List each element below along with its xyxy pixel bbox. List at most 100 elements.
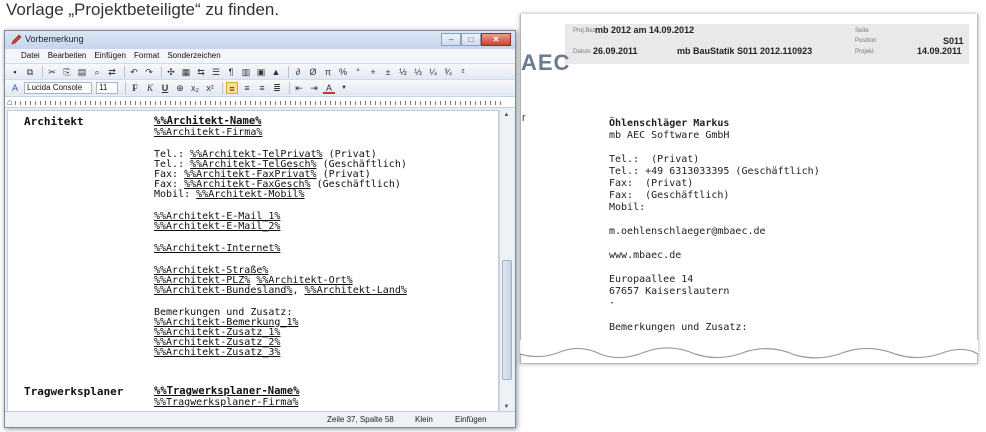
toolbar-separator (124, 65, 125, 78)
third-icon[interactable]: ⅓ (412, 66, 424, 78)
bold-button[interactable]: F (129, 82, 141, 94)
paste-icon[interactable]: ▤ (76, 66, 88, 78)
squared-icon[interactable]: ² (457, 66, 469, 78)
undo-icon[interactable]: ↶ (128, 66, 140, 78)
ruler[interactable]: ⌂ (5, 96, 515, 108)
formula-icon[interactable]: ∂ (292, 66, 304, 78)
copy-doc-icon[interactable]: ⧉ (24, 66, 36, 78)
plus-icon[interactable]: + (367, 66, 379, 78)
close-button[interactable]: ✕ (481, 33, 511, 46)
underline-button[interactable]: U (159, 82, 171, 94)
dropdown-arrow-icon[interactable]: ▼ (338, 82, 350, 94)
justify-icon[interactable]: ≣ (271, 82, 283, 94)
bundesland-land-line: %%Architekt-Bundesland%, %%Architekt-Lan… (154, 285, 407, 296)
insert-mode: Einfügen (455, 415, 487, 424)
position-label: Position (855, 38, 877, 44)
proj-value: mb 2012 am 14.09.2012 (595, 25, 695, 35)
menu-sonderzeichen[interactable]: Sonderzeichen (167, 49, 220, 63)
percent-icon[interactable]: % (337, 66, 349, 78)
projekt-date: 14.09.2011 (917, 46, 962, 56)
align-right-icon[interactable]: ≡ (256, 82, 268, 94)
format-toolbar: A Lucida Console 11 F K U ⊕ x₂ x² ≡ ≡ ≡ … (5, 79, 515, 95)
wrap-icon[interactable]: ⇆ (195, 66, 207, 78)
italic-button[interactable]: K (144, 82, 156, 94)
superscript-icon[interactable]: x² (204, 82, 216, 94)
page-icon[interactable]: ▦ (180, 66, 192, 78)
scroll-thumb[interactable] (502, 260, 512, 380)
font-color-icon[interactable]: A (323, 82, 335, 94)
table-icon[interactable]: ▥ (240, 66, 252, 78)
print-preview-page: Proj.Bez. mb 2012 am 14.09.2012 Seite Po… (520, 14, 978, 364)
plusminus-icon[interactable]: ± (382, 66, 394, 78)
quarter-icon[interactable]: ¼ (427, 66, 439, 78)
menu-format[interactable]: Format (134, 49, 159, 63)
degree-icon[interactable]: ° (352, 66, 364, 78)
menu-bearbeiten[interactable]: Bearbeiten (48, 49, 87, 63)
placeholder-architekt-firma[interactable]: %%Architekt-Firma% (154, 127, 262, 138)
architekt-firma-line: %%Architekt-Firma% (154, 127, 262, 138)
align-left-icon[interactable]: ≡ (226, 81, 238, 94)
document-area[interactable]: Architekt %%Architekt-Name% %%Architekt-… (7, 110, 499, 412)
comma-separator: , (292, 285, 305, 296)
placeholder-zusatz-3[interactable]: %%Architekt-Zusatz_3% (154, 347, 280, 358)
aec-logo: AEC (521, 50, 571, 75)
menu-einfuegen[interactable]: Einfügen (94, 49, 126, 63)
copy-icon[interactable]: ⎘ (61, 66, 73, 78)
placeholder-mobil[interactable]: %%Architekt-Mobil% (196, 189, 304, 200)
cut-icon[interactable]: ✂ (46, 66, 58, 78)
projekt-label: Projekt (855, 49, 874, 55)
datum-label: Datum (573, 49, 591, 55)
placeholder-bundesland[interactable]: %%Architekt-Bundesland% (154, 285, 292, 296)
software-value: mb BauStatik S011 2012.110923 (677, 46, 813, 56)
font-name-select[interactable]: Lucida Console (24, 81, 92, 94)
replace-icon[interactable]: ⇄ (106, 66, 118, 78)
zusatz3-line: %%Architekt-Zusatz_3% (154, 347, 280, 358)
architekt-name-line: %%Architekt-Name% (154, 115, 261, 127)
subscript-icon[interactable]: x₂ (189, 82, 201, 94)
paragraph-icon[interactable]: ¶ (225, 66, 237, 78)
maximize-button[interactable]: □ (461, 33, 481, 46)
placeholder-architekt-name[interactable]: %%Architekt-Name% (154, 115, 261, 127)
menu-datei[interactable]: Datei (21, 49, 40, 63)
pi-icon[interactable]: π (322, 66, 334, 78)
placeholder-tragwerk-firma[interactable]: %%Tragwerksplaner-Firma% (154, 397, 299, 408)
title-bar[interactable]: Vorbemerkung – □ ✕ (5, 31, 515, 49)
toolbar-separator (289, 81, 290, 94)
architekt-label: Architekt (24, 115, 84, 128)
tragwerk-name-line: %%Tragwerksplaner-Name% (154, 385, 299, 397)
placeholder-tragwerk-name[interactable]: %%Tragwerksplaner-Name% (154, 385, 299, 397)
style-icon[interactable]: A (9, 82, 21, 94)
internet-line: %%Architekt-Internet% (154, 243, 280, 254)
placeholder-land[interactable]: %%Architekt-Land% (305, 285, 407, 296)
preview-left-char: r (522, 112, 526, 124)
toolbar-separator (222, 81, 223, 94)
case-mode: Klein (415, 415, 433, 424)
placeholder-internet[interactable]: %%Architekt-Internet% (154, 243, 280, 254)
three-quarter-icon[interactable]: ¾ (442, 66, 454, 78)
caption-text: Vorlage „Projektbeteiligte“ zu finden. (6, 0, 280, 19)
standard-toolbar: ▪ ⧉ ✂ ⎘ ▤ ⌕ ⇄ ↶ ↷ ✣ ▦ ⇆ ☰ ¶ ▥ ▣ ▲ ∂ Ø π … (5, 63, 515, 79)
insert-field-icon[interactable]: ✣ (165, 66, 177, 78)
ruler-ticks (15, 101, 505, 105)
vertical-scrollbar[interactable]: ▲ ▼ (499, 110, 513, 412)
indent-marker-icon[interactable]: ⌂ (7, 97, 12, 107)
list-icon[interactable]: ☰ (210, 66, 222, 78)
find-icon[interactable]: ⌕ (91, 66, 103, 78)
preview-body: Öhlenschläger Markus mb AEC Software Gmb… (609, 118, 820, 334)
placeholder-email-2[interactable]: %%Architekt-E-Mail_2% (154, 221, 280, 232)
preview-tel2: Tel.: +49 6313033395 (Geschäftlich) (609, 166, 820, 177)
align-center-icon[interactable]: ≡ (241, 82, 253, 94)
redo-icon[interactable]: ↷ (143, 66, 155, 78)
image-icon[interactable]: ▣ (255, 66, 267, 78)
save-icon[interactable]: ▪ (9, 66, 21, 78)
symbol-icon[interactable]: Ø (307, 66, 319, 78)
proj-label: Proj.Bez. (573, 28, 598, 34)
indent-increase-icon[interactable]: ⇥ (308, 82, 320, 94)
font-size-select[interactable]: 11 (96, 81, 118, 94)
half-icon[interactable]: ½ (397, 66, 409, 78)
indent-decrease-icon[interactable]: ⇤ (293, 82, 305, 94)
minimize-button[interactable]: – (441, 33, 461, 46)
chart-icon[interactable]: ▲ (270, 66, 282, 78)
strikethrough-icon[interactable]: ⊕ (174, 82, 186, 94)
scroll-up-icon[interactable]: ▲ (500, 110, 513, 120)
